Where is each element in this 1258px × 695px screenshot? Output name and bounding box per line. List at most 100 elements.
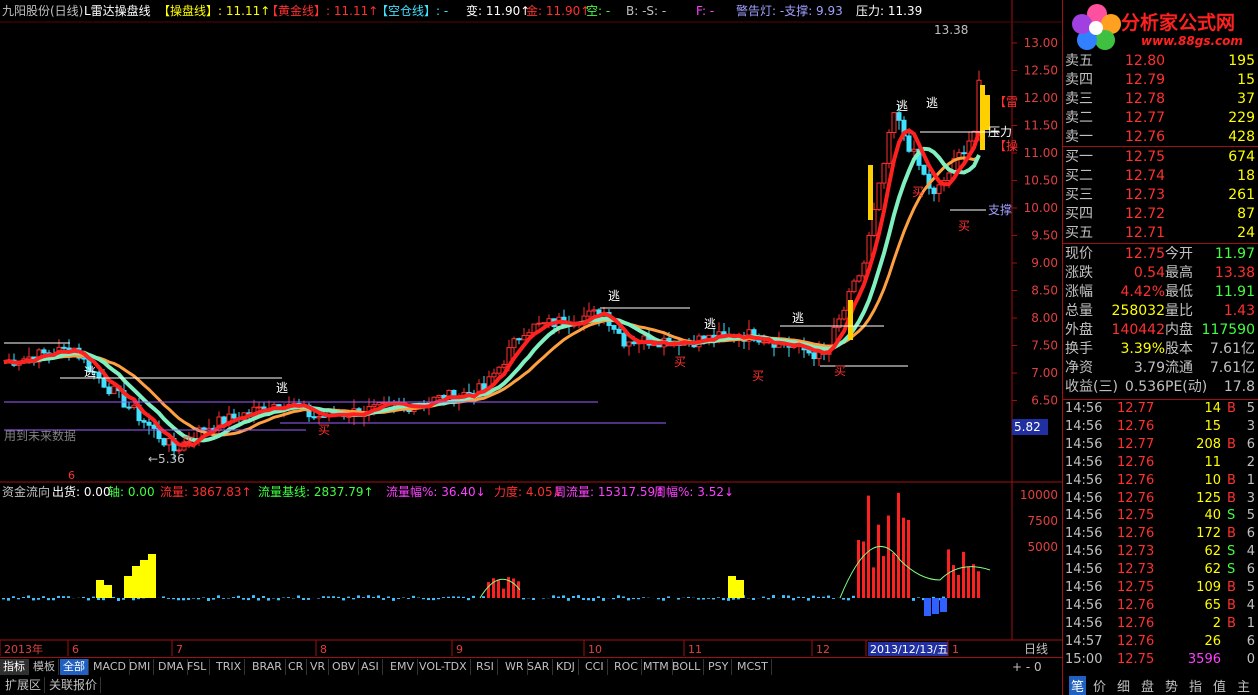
flow-bar (372, 596, 375, 598)
panel-tab-4[interactable]: 势 (1165, 676, 1178, 695)
price-tick-label: 9.50 (1031, 229, 1058, 243)
buy-label: 买 (318, 423, 330, 437)
buy-row[interactable]: 买五 12.71 24 (1065, 224, 1257, 243)
tab-dmi[interactable]: DMI (126, 659, 155, 675)
buy-row[interactable]: 买四 12.72 87 (1065, 205, 1257, 224)
kline-chart-area[interactable]: 13.00 12.50 12.00 11.50 11.00 10.50 10.00 9.50 9… (0, 0, 1062, 657)
tab-指标[interactable]: 指标 (0, 659, 29, 675)
candle-body (521, 335, 527, 341)
zoom-controls[interactable]: + - 0 (1012, 660, 1042, 674)
tab-cci[interactable]: CCI (582, 659, 608, 675)
flow-bar (767, 598, 770, 600)
tab-brar[interactable]: BRAR (249, 659, 286, 675)
tab-psy[interactable]: PSY (705, 659, 733, 675)
tab-mtm[interactable]: MTM (640, 659, 673, 675)
panel-tab-2[interactable]: 细 (1117, 676, 1130, 695)
tab-emv[interactable]: EMV (387, 659, 418, 675)
tab-模板[interactable]: 模板 (30, 659, 59, 675)
tick-price: 12.77 (1117, 401, 1155, 416)
flow-bar (977, 571, 980, 598)
tick-volume: 40 (1204, 508, 1221, 524)
support-label: 支撑 (988, 202, 1012, 217)
price-tick-label: 10.00 (1024, 201, 1058, 215)
flow-bar (62, 596, 65, 598)
tab-rsi[interactable]: RSI (473, 659, 498, 675)
candle-body (131, 404, 137, 408)
flow-bar (322, 596, 325, 598)
tab-vol-tdx[interactable]: VOL-TDX (416, 659, 471, 675)
flow-bar (227, 598, 230, 599)
stock-title: 九阳股份(日线) (2, 4, 84, 18)
tab-dma[interactable]: DMA (155, 659, 188, 675)
kline-chart[interactable]: 13.00 12.50 12.00 11.50 11.00 10.50 10.00 9.50 9… (0, 0, 1062, 657)
quote-value: 140442 (1111, 322, 1165, 338)
sell-price: 12.76 (1125, 129, 1166, 145)
flow-bar (237, 595, 240, 598)
time-tick-label: 10 (588, 643, 602, 656)
time-tick-label: 9 (456, 643, 463, 656)
quote-value: 11.97 (1214, 246, 1255, 262)
tab-全部[interactable]: 全部 (60, 659, 89, 675)
buy-row[interactable]: 买二 12.74 18 (1065, 167, 1257, 186)
flow-bar (7, 598, 10, 601)
flow-bar (732, 598, 735, 600)
panel-tab-7[interactable]: 主 (1237, 676, 1250, 695)
flow-bar (617, 595, 620, 598)
ext-tab-0[interactable]: 扩展区 (2, 677, 46, 693)
sell-row[interactable]: 卖一 12.76 428 (1065, 128, 1257, 147)
buy-label: 买 (958, 219, 970, 233)
flow-bar (557, 596, 560, 598)
tab-vr[interactable]: VR (307, 659, 330, 675)
flow-bar (532, 598, 535, 600)
sell-row[interactable]: 卖四 12.79 15 (1065, 71, 1257, 90)
tab-fsl[interactable]: FSL (184, 659, 211, 675)
buy-label: 买一 (1065, 149, 1093, 165)
tab-asi[interactable]: ASI (358, 659, 383, 675)
tab-trix[interactable]: TRIX (213, 659, 246, 675)
panel-tab-5[interactable]: 指 (1189, 676, 1202, 695)
tab-cr[interactable]: CR (285, 659, 308, 675)
sell-row[interactable]: 卖二 12.77 229 (1065, 109, 1257, 128)
flow-bar (942, 596, 945, 598)
tab-boll[interactable]: BOLL (669, 659, 705, 675)
panel-tab-3[interactable]: 盘 (1141, 676, 1154, 695)
buy-label: 买二 (1065, 168, 1093, 184)
volume-tick-label: 5000 (1027, 540, 1058, 554)
sell-row[interactable]: 卖五 12.80 195 (1065, 52, 1257, 71)
candle-body (371, 404, 377, 408)
tab-macd[interactable]: MACD (90, 659, 130, 675)
tab-roc[interactable]: ROC (611, 659, 642, 675)
quote-value: 258032 (1111, 303, 1165, 319)
flow-bar (442, 597, 445, 598)
flow-bar (882, 556, 885, 598)
quote-label: 总量 (1065, 303, 1093, 319)
tab-sar[interactable]: SAR (524, 659, 554, 675)
tab-kdj[interactable]: KDJ (553, 659, 579, 675)
buy-volume: 674 (1228, 149, 1255, 165)
buy-row[interactable]: 买三 12.73 261 (1065, 186, 1257, 205)
flow-bar (187, 598, 190, 600)
ext-tab-1[interactable]: 关联报价 (46, 677, 102, 693)
yellow-flow-bar (728, 576, 736, 598)
sell-row[interactable]: 卖三 12.78 37 (1065, 90, 1257, 109)
indicator-value-1: 【黄金线】: 11.11↑ (266, 4, 379, 18)
panel-tab-0[interactable]: 笔 (1069, 676, 1087, 695)
tick-row: 14:56 12.76 10 B 1 (1065, 472, 1257, 490)
flow-bar (447, 596, 450, 598)
time-tick-label: 8 (320, 643, 327, 656)
panel-tab-6[interactable]: 值 (1213, 676, 1226, 695)
quote-label: 内盘 (1165, 322, 1193, 338)
time-tick-label: 2013/12/13/五 (870, 643, 948, 656)
tab-obv[interactable]: OBV (329, 659, 360, 675)
panel-tab-1[interactable]: 价 (1093, 676, 1106, 695)
quote-row: 换手 3.39% 股本 7.61亿 (1065, 340, 1257, 359)
indicator-name: L雷达操盘线 (84, 4, 151, 18)
sell-volume: 229 (1228, 110, 1255, 126)
flow-bar (352, 598, 355, 600)
candle-body (841, 309, 847, 320)
candle-body (536, 322, 542, 325)
tab-mcst[interactable]: MCST (734, 659, 772, 675)
flow-bar (347, 596, 350, 598)
flow-bar (112, 596, 115, 598)
buy-row[interactable]: 买一 12.75 674 (1065, 148, 1257, 167)
